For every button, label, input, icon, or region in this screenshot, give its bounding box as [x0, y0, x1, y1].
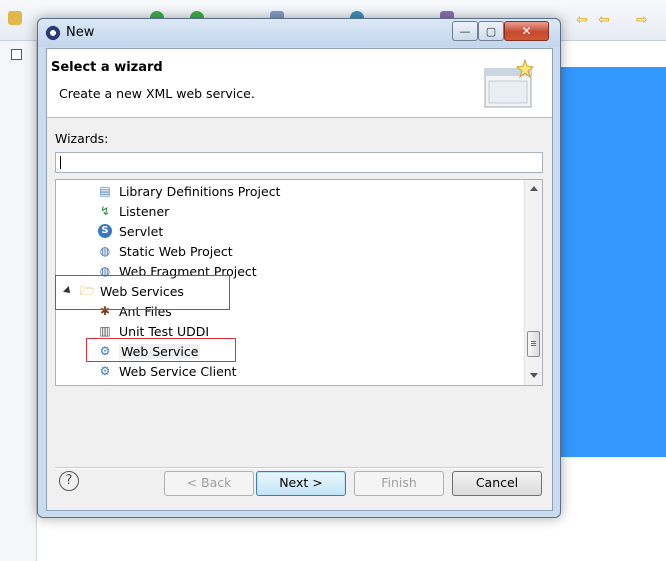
web-service-client-icon: ⚙	[99, 364, 111, 378]
library-definitions-project-icon: ▤	[99, 184, 111, 198]
banner-title: Select a wizard	[51, 60, 163, 75]
scroll-up-icon[interactable]	[530, 186, 538, 191]
tree-item[interactable]: ⚙ Web Service Client	[56, 361, 524, 381]
tree-item[interactable]: ↯ Listener	[56, 201, 524, 221]
tree-item-label: Listener	[119, 204, 170, 219]
tree-item-label: Servlet	[119, 224, 164, 239]
listener-icon: ↯	[99, 204, 111, 218]
uddi-icon: ▥	[99, 324, 111, 338]
back-arrow-icon[interactable]: ⇦	[576, 12, 588, 28]
background-side-panel	[0, 41, 37, 561]
scroll-down-icon[interactable]	[530, 373, 538, 378]
wizard-banner-icon	[484, 58, 535, 108]
title-bar[interactable]: New — ▢ ✕	[38, 19, 560, 47]
tree-item[interactable]: S Servlet	[56, 221, 524, 241]
minimize-button[interactable]: —	[452, 21, 478, 41]
forward-arrow-icon[interactable]: ⇦	[598, 12, 610, 28]
banner-description: Create a new XML web service.	[59, 86, 255, 101]
tree-item-label: Library Definitions Project	[119, 184, 281, 199]
tree-scrollbar[interactable]	[524, 180, 542, 385]
help-icon[interactable]: ?	[59, 471, 79, 491]
tree-item-label: Static Web Project	[119, 244, 233, 259]
scroll-thumb[interactable]	[527, 331, 540, 357]
annotation-box-web-services	[55, 275, 230, 310]
grip-line	[531, 341, 536, 342]
wizard-filter-input[interactable]	[56, 153, 542, 170]
tree-item-label: Unit Test UDDI	[119, 324, 210, 339]
button-separator	[55, 467, 543, 469]
annotation-box-web-service	[86, 338, 236, 362]
wizard-banner: Select a wizard Create a new XML web ser…	[47, 49, 552, 118]
cancel-button[interactable]: Cancel	[452, 471, 542, 496]
text-caret	[60, 156, 61, 169]
eclipse-icon	[45, 25, 61, 41]
wizard-filter-field[interactable]	[55, 152, 543, 173]
tree-item[interactable]: ▤ Library Definitions Project	[56, 181, 524, 201]
new-wizard-dialog: New — ▢ ✕ Select a wizard Create a new X…	[37, 18, 561, 518]
dialog-body: Select a wizard Create a new XML web ser…	[46, 48, 553, 511]
next-arrow-icon[interactable]: ⇨	[636, 12, 648, 28]
back-button[interactable]: < Back	[164, 471, 254, 496]
wizards-label: Wizards:	[55, 131, 109, 146]
toolbar-icon[interactable]	[8, 11, 22, 25]
static-web-project-icon: ◍	[99, 244, 111, 258]
finish-button[interactable]: Finish	[354, 471, 444, 496]
tree-item[interactable]: ◍ Static Web Project	[56, 241, 524, 261]
maximize-button[interactable]: ▢	[478, 21, 504, 41]
close-button[interactable]: ✕	[504, 21, 549, 41]
grip-line	[531, 343, 536, 344]
next-button[interactable]: Next >	[256, 471, 346, 496]
dialog-title: New	[66, 25, 95, 40]
tree-item-label: Web Service Client	[119, 364, 237, 379]
restore-icon[interactable]	[11, 49, 22, 60]
grip-line	[531, 345, 536, 346]
servlet-icon: S	[98, 224, 112, 238]
background-blue-panel	[556, 67, 666, 457]
